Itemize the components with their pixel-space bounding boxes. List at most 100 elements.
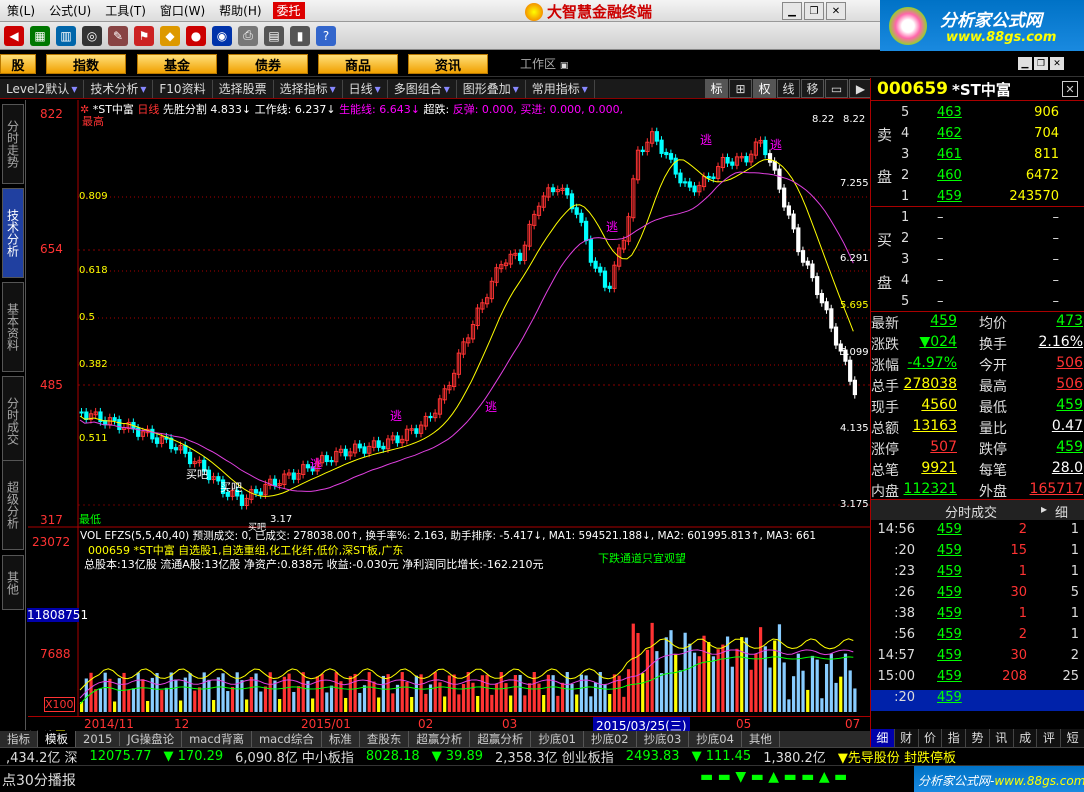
vtab-trades[interactable]: 分时成交 — [2, 376, 24, 466]
quote-tab[interactable]: 势 — [966, 729, 990, 747]
books-icon[interactable]: ▮ — [290, 25, 310, 46]
quote-tab[interactable]: 评 — [1037, 729, 1062, 747]
trade-row[interactable]: :20 459 15 1 — [871, 543, 1084, 564]
quote-tab[interactable]: 细 — [871, 729, 895, 747]
binoculars-icon[interactable]: ◎ — [82, 25, 102, 46]
buy-row[interactable]: 5 – – — [901, 291, 1084, 312]
btab[interactable]: 标准 — [322, 731, 360, 747]
weituo-button[interactable]: 委托 — [272, 2, 305, 19]
menu-item-window[interactable]: 窗口(W) — [153, 2, 212, 19]
buy-row[interactable]: 4 – – — [901, 270, 1084, 291]
menu-item-formula[interactable]: 公式(U) — [42, 2, 98, 19]
buy-row[interactable]: 1 – – — [901, 207, 1084, 228]
tab-level2[interactable]: Level2默认 ▾ — [0, 79, 85, 98]
trade-row[interactable]: 15:00 459 208 25 — [871, 669, 1084, 690]
nav-stock-button[interactable]: 股 — [0, 54, 36, 74]
close-icon[interactable]: ✕ — [1062, 81, 1078, 97]
minimize-icon[interactable]: ▁ — [782, 2, 802, 20]
btab[interactable]: macd综合 — [252, 731, 322, 747]
quote-tab[interactable]: 指 — [942, 729, 967, 747]
btab[interactable]: 超赢分析 — [409, 731, 471, 747]
nav-index-button[interactable]: 指数 — [46, 54, 126, 74]
sell-row[interactable]: 4 462 704 — [901, 123, 1084, 144]
diamond-icon[interactable]: ◆ — [160, 25, 180, 46]
btab[interactable]: 其他 — [742, 731, 780, 747]
btab[interactable]: JG操盘论 — [120, 731, 183, 747]
workarea-dropdown[interactable]: 工作区 ▣ — [520, 55, 568, 72]
tab-select-stock[interactable]: 选择股票 — [213, 79, 274, 98]
chart-icon[interactable]: ▥ — [56, 25, 76, 46]
vtab-intraday[interactable]: 分时走势 — [2, 104, 24, 184]
tab-tech-analysis[interactable]: 技术分析 ▾ — [84, 79, 154, 98]
quote-tab[interactable]: 财 — [895, 729, 919, 747]
tab-select-indicator[interactable]: 选择指标 ▾ — [274, 79, 343, 98]
buy-row[interactable]: 2 – – — [901, 228, 1084, 249]
vtab-super[interactable]: 超级分析 — [2, 460, 24, 550]
sell-row[interactable]: 2 460 6472 — [901, 165, 1084, 186]
quote-tab[interactable]: 讯 — [990, 729, 1014, 747]
quote-tab[interactable]: 短 — [1061, 729, 1084, 747]
detail-arrow-icon[interactable]: ▸ — [1041, 502, 1047, 516]
play-tool-button[interactable]: ▶ — [849, 79, 872, 98]
keyboard-icon[interactable]: ▦ — [30, 25, 50, 46]
back-icon[interactable]: ◀ — [4, 25, 24, 46]
trade-row[interactable]: 14:57 459 30 2 — [871, 648, 1084, 669]
close-icon[interactable]: ✕ — [826, 2, 846, 20]
menu-item-ce[interactable]: 策(L) — [0, 2, 42, 19]
line-tool-button[interactable]: 线 — [777, 79, 800, 98]
buy-row[interactable]: 3 – – — [901, 249, 1084, 270]
tab-common-indicators[interactable]: 常用指标 ▾ — [526, 79, 595, 98]
frame-tool-button[interactable]: ▭ — [825, 79, 848, 98]
trade-row[interactable]: 14:56 459 2 1 — [871, 522, 1084, 543]
btab-template[interactable]: 模板 — [38, 731, 76, 747]
tab-f10[interactable]: F10资料 — [153, 79, 213, 98]
nav-fund-button[interactable]: 基金 — [137, 54, 217, 74]
sell-row[interactable]: 5 463 906 — [901, 102, 1084, 123]
sell-row[interactable]: 1 459 243570 — [901, 186, 1084, 207]
btab[interactable]: 超赢分析 — [470, 731, 532, 747]
menu-item-tools[interactable]: 工具(T) — [98, 2, 153, 19]
mark-tool-button[interactable]: 标 — [705, 79, 728, 98]
restore-icon[interactable]: ❐ — [804, 2, 824, 20]
record-icon[interactable]: ● — [186, 25, 206, 46]
tools-icon[interactable]: ✎ — [108, 25, 128, 46]
vtab-basic[interactable]: 基本资料 — [2, 282, 24, 372]
btab[interactable]: 抄底03 — [637, 731, 690, 747]
btab[interactable]: 抄底04 — [689, 731, 742, 747]
rights-tool-button[interactable]: 权 — [753, 79, 776, 98]
btab[interactable]: 查股东 — [360, 731, 410, 747]
grid-tool-button[interactable]: ⊞ — [729, 79, 752, 98]
trades-title[interactable]: 分时成交 — [945, 502, 997, 521]
btab[interactable]: 抄底02 — [584, 731, 637, 747]
vtab-tech[interactable]: 技术分析 — [2, 188, 24, 278]
tab-overlay[interactable]: 图形叠加 ▾ — [457, 79, 526, 98]
trade-row[interactable]: :23 459 1 1 — [871, 564, 1084, 585]
move-tool-button[interactable]: 移 — [801, 79, 824, 98]
sub-restore-icon[interactable]: ❐ — [1034, 57, 1048, 70]
print-icon[interactable]: ⎙ — [238, 25, 258, 46]
sub-close-icon[interactable]: ✕ — [1050, 57, 1064, 70]
window-icon[interactable]: ▤ — [264, 25, 284, 46]
trades-detail-button[interactable]: 细 — [1055, 502, 1068, 521]
quote-tab[interactable]: 价 — [919, 729, 943, 747]
quote-tab[interactable]: 成 — [1014, 729, 1038, 747]
btab[interactable]: 指标 — [0, 731, 38, 747]
disc-icon[interactable]: ◉ — [212, 25, 232, 46]
btab[interactable]: 抄底01 — [531, 731, 584, 747]
flag-icon[interactable]: ⚑ — [134, 25, 154, 46]
candlestick-chart[interactable] — [28, 100, 870, 718]
btab[interactable]: 2015 — [76, 732, 121, 746]
trade-row[interactable]: :20 459 — [871, 690, 1084, 711]
tab-multi-chart[interactable]: 多图组合 ▾ — [388, 79, 457, 98]
vtab-other[interactable]: 其他 — [2, 555, 24, 610]
trade-row[interactable]: :38 459 1 1 — [871, 606, 1084, 627]
btab[interactable]: macd背离 — [182, 731, 252, 747]
sub-minimize-icon[interactable]: ▁ — [1018, 57, 1032, 70]
trade-row[interactable]: :56 459 2 1 — [871, 627, 1084, 648]
nav-bond-button[interactable]: 债券 — [228, 54, 308, 74]
trade-row[interactable]: :26 459 30 5 — [871, 585, 1084, 606]
sell-row[interactable]: 3 461 811 — [901, 144, 1084, 165]
help-icon[interactable]: ? — [316, 25, 336, 46]
nav-news-button[interactable]: 资讯 — [408, 54, 488, 74]
tab-daily[interactable]: 日线 ▾ — [343, 79, 388, 98]
